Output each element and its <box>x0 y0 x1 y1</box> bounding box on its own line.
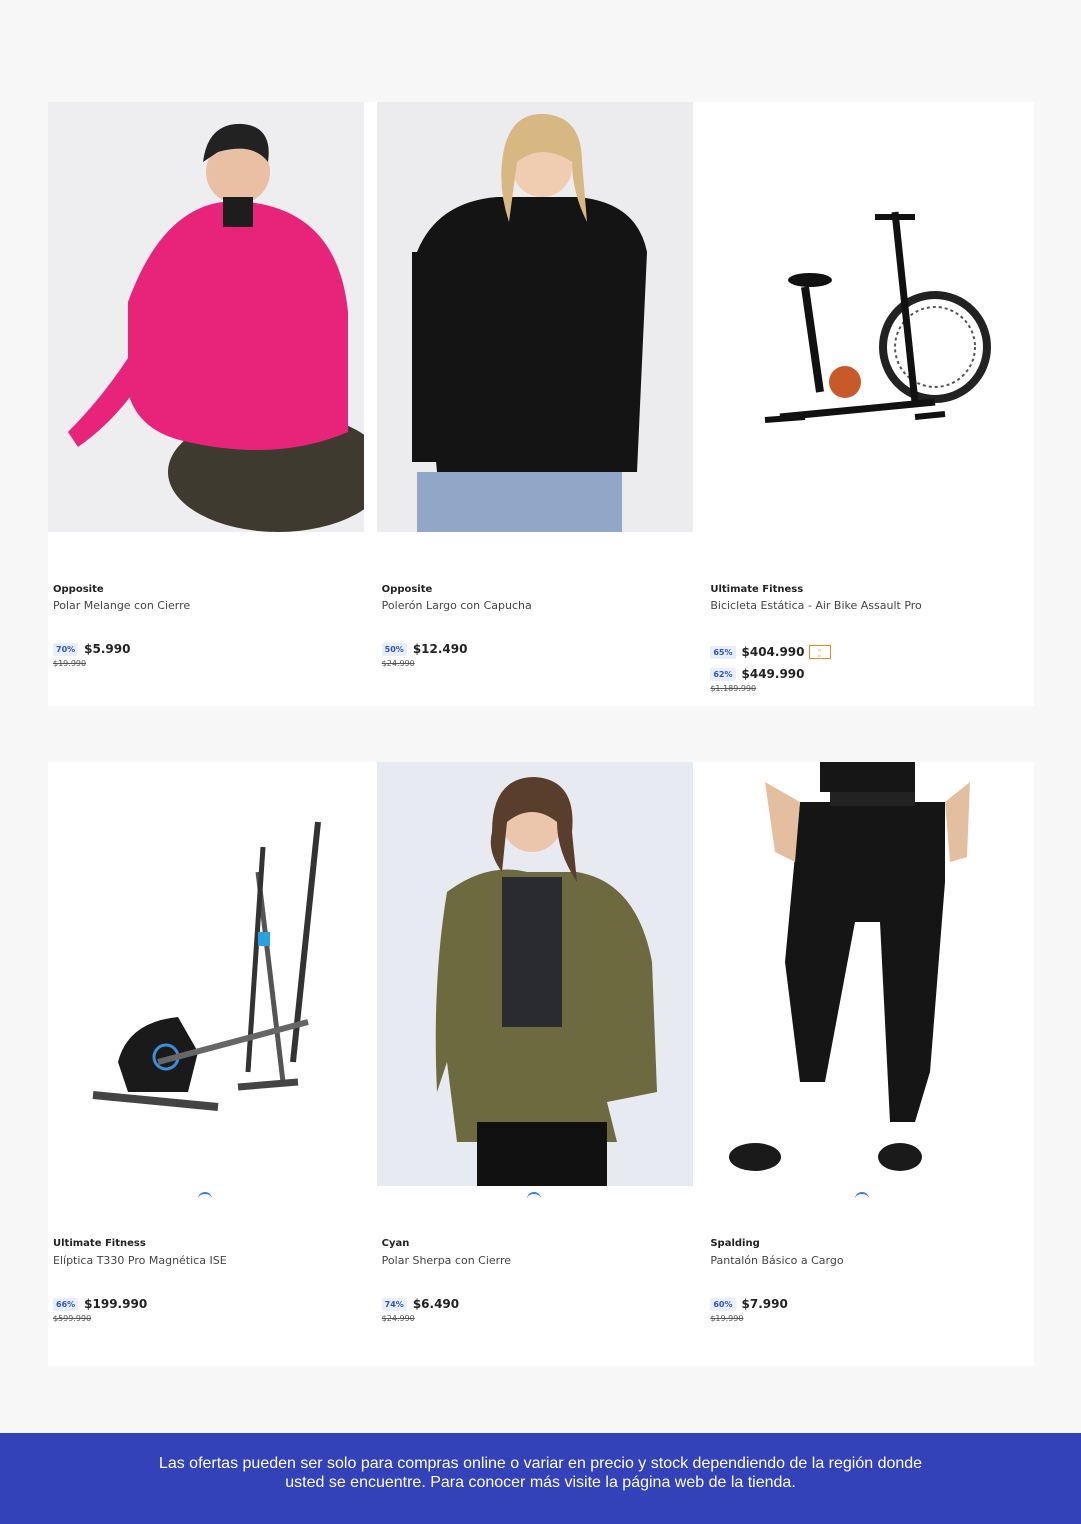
original-price: $19.990 <box>710 1314 744 1323</box>
product-row-1: Opposite Polar Melange con Cierre 70% $5… <box>48 102 1035 706</box>
product-image[interactable] <box>376 762 693 1186</box>
discount-badge: 66% <box>53 1297 79 1311</box>
price-block: 74% $6.490 $24.990 <box>381 1296 460 1323</box>
product-card[interactable]: Ultimate Fitness Elíptica T330 Pro Magné… <box>48 762 377 1366</box>
product-image[interactable] <box>48 762 364 1186</box>
sale-price: $7.990 <box>741 1297 788 1311</box>
product-brand: Spalding <box>710 1238 760 1249</box>
discount-badge: 50% <box>381 642 407 656</box>
discount-card-icon: ▭ ▭ <box>808 645 831 659</box>
sale-price-secondary: $449.990 <box>741 667 805 681</box>
price-block: 66% $199.990 $599.990 <box>53 1296 147 1323</box>
original-price: $599.990 <box>53 1314 92 1323</box>
sale-price: $199.990 <box>84 1297 148 1311</box>
product-brand: Ultimate Fitness <box>53 1238 146 1249</box>
product-card[interactable]: Ultimate Fitness Bicicleta Estática - Ai… <box>705 102 1035 706</box>
original-price: $24.990 <box>381 1314 415 1323</box>
product-brand: Ultimate Fitness <box>710 584 804 595</box>
disclaimer-line-1: Las ofertas pueden ser solo para compras… <box>158 1455 923 1472</box>
discount-badge: 60% <box>710 1297 736 1311</box>
original-price: $1.189.990 <box>710 684 757 693</box>
sale-price: $404.990 <box>741 645 805 659</box>
discount-badge: 74% <box>381 1297 407 1311</box>
product-card[interactable]: Cyan Polar Sherpa con Cierre 74% $6.490 … <box>376 762 706 1366</box>
original-price: $24.990 <box>381 659 415 668</box>
product-name[interactable]: Polar Melange con Cierre <box>53 599 190 612</box>
sale-price: $12.490 <box>412 642 468 656</box>
original-price: $19.990 <box>53 659 87 668</box>
carousel-indicator <box>198 1192 212 1199</box>
price-block: 50% $12.490 $24.990 <box>381 641 468 668</box>
product-brand: Cyan <box>381 1238 410 1249</box>
product-row-2: Ultimate Fitness Elíptica T330 Pro Magné… <box>48 762 1035 1366</box>
product-image[interactable] <box>48 102 364 532</box>
product-image[interactable] <box>705 762 1022 1186</box>
carousel-indicator <box>526 1192 541 1199</box>
price-block: 60% $7.990 $19.990 <box>710 1296 788 1323</box>
sale-price: $6.490 <box>412 1297 460 1311</box>
product-brand: Opposite <box>53 584 104 595</box>
price-block: 65% $404.990 ▭ ▭ 62% $449.990 $1.189.990 <box>710 644 831 693</box>
discount-badge-secondary: 62% <box>710 667 736 681</box>
product-name[interactable]: Elíptica T330 Pro Magnética ISE <box>53 1254 227 1267</box>
product-name[interactable]: Pantalón Básico a Cargo <box>710 1254 843 1267</box>
product-image[interactable] <box>376 102 693 532</box>
discount-badge: 70% <box>53 642 79 656</box>
disclaimer-banner: Las ofertas pueden ser solo para compras… <box>0 1433 1081 1524</box>
product-card[interactable]: Opposite Polerón Largo con Capucha 50% $… <box>376 102 706 706</box>
product-brand: Opposite <box>381 584 433 595</box>
carousel-indicator <box>855 1192 870 1199</box>
product-card[interactable]: Spalding Pantalón Básico a Cargo 60% $7.… <box>705 762 1035 1366</box>
product-name[interactable]: Bicicleta Estática - Air Bike Assault Pr… <box>710 599 921 612</box>
product-name[interactable]: Polar Sherpa con Cierre <box>382 1254 511 1267</box>
price-block: 70% $5.990 $19.990 <box>53 641 130 668</box>
product-card[interactable]: Opposite Polar Melange con Cierre 70% $5… <box>48 102 377 706</box>
product-name[interactable]: Polerón Largo con Capucha <box>382 599 532 612</box>
product-image[interactable] <box>705 102 1022 532</box>
sale-price: $5.990 <box>84 642 131 656</box>
discount-badge: 65% <box>710 645 736 659</box>
disclaimer-line-2: usted se encuentre. Para conocer más vis… <box>285 1474 796 1491</box>
